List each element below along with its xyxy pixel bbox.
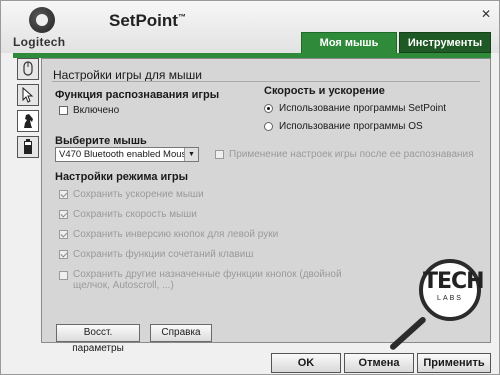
checkbox-label: Сохранить скорость мыши [73,209,197,220]
apply-button[interactable]: Применить [417,353,491,373]
game-mode-heading: Настройки режима игры [55,171,188,183]
sidebar [15,58,41,162]
panel-title: Настройки игры для мыши [53,68,202,82]
checkbox-label: Сохранить функции сочетаний клавиш [73,249,254,260]
mouse-select[interactable]: V470 Bluetooth enabled Mouse ▼ [55,147,199,162]
mouse-icon[interactable] [17,58,39,80]
radio-button[interactable] [264,104,273,113]
watermark-top-text: TECH [423,269,485,294]
techlabs-watermark: TECH LABS [419,259,485,321]
app-title-text: SetPoint [109,11,178,30]
watermark-bottom-text: LABS [437,295,463,302]
trademark-mark: ™ [177,12,186,22]
battery-icon[interactable] [17,136,39,158]
checkbox-box[interactable] [59,230,68,239]
app-title: SetPoint™ [109,11,186,31]
restore-defaults-button[interactable]: Восст. параметры [56,324,140,354]
checkbox-box[interactable] [59,106,68,115]
chevron-down-icon[interactable]: ▼ [184,148,198,161]
speed-heading: Скорость и ускорение [264,85,385,97]
keep-speed-checkbox[interactable]: Сохранить скорость мыши [59,209,197,220]
keep-other-buttons-checkbox[interactable]: Сохранить другие назначенные функции кно… [59,269,342,291]
checkbox-label-line2: щелчок, Autoscroll, ...) [73,280,174,291]
checkbox-label: Сохранить инверсию кнопок для левой руки [73,229,279,240]
select-mouse-heading: Выберите мышь [55,135,147,147]
help-button[interactable]: Справка [150,324,212,342]
radio-label: Использование программы OS [279,121,423,132]
pointer-icon[interactable] [17,84,39,106]
title-divider [52,81,480,82]
cancel-button[interactable]: Отмена [344,353,414,373]
tab-my-mouse[interactable]: Моя мышь [301,32,397,53]
game-detection-heading: Функция распознавания игры [55,89,220,101]
logitech-logo: Logitech [13,5,73,49]
checkbox-box[interactable] [215,150,224,159]
radio-button[interactable] [264,122,273,131]
tab-tools[interactable]: Инструменты [399,32,491,53]
keep-acceleration-checkbox[interactable]: Сохранить ускорение мыши [59,189,204,200]
keep-hotkeys-checkbox[interactable]: Сохранить функции сочетаний клавиш [59,249,253,260]
keep-left-hand-checkbox[interactable]: Сохранить инверсию кнопок для левой руки [59,229,278,240]
radio-setpoint-speed[interactable]: Использование программы SetPoint [264,103,446,114]
logo-text: Logitech [13,35,66,49]
checkbox-label: Сохранить другие назначенные функции кно… [73,269,342,291]
checkbox-box[interactable] [59,250,68,259]
checkbox-label: Применение настроек игры после ее распоз… [229,149,474,160]
ok-button[interactable]: OK [271,353,341,373]
mouse-select-value: V470 Bluetooth enabled Mouse [59,149,192,160]
radio-label: Использование программы SetPoint [279,103,447,114]
checkbox-box[interactable] [59,190,68,199]
checkbox-box[interactable] [59,210,68,219]
radio-os-speed[interactable]: Использование программы OS [264,121,423,132]
logitech-logo-icon [29,7,55,33]
checkbox-box[interactable] [59,271,68,280]
setpoint-window: Logitech SetPoint™ ✕ Моя мышь Инструмент… [0,0,500,375]
apply-after-detect-checkbox[interactable]: Применение настроек игры после ее распоз… [215,149,474,160]
game-detection-enabled-checkbox[interactable]: Включено [59,105,119,116]
checkbox-label: Включено [73,105,120,116]
checkbox-label: Сохранить ускорение мыши [73,189,204,200]
checkbox-label-line1: Сохранить другие назначенные функции кно… [73,269,342,280]
close-button[interactable]: ✕ [481,7,491,21]
chess-knight-icon[interactable] [17,110,39,132]
